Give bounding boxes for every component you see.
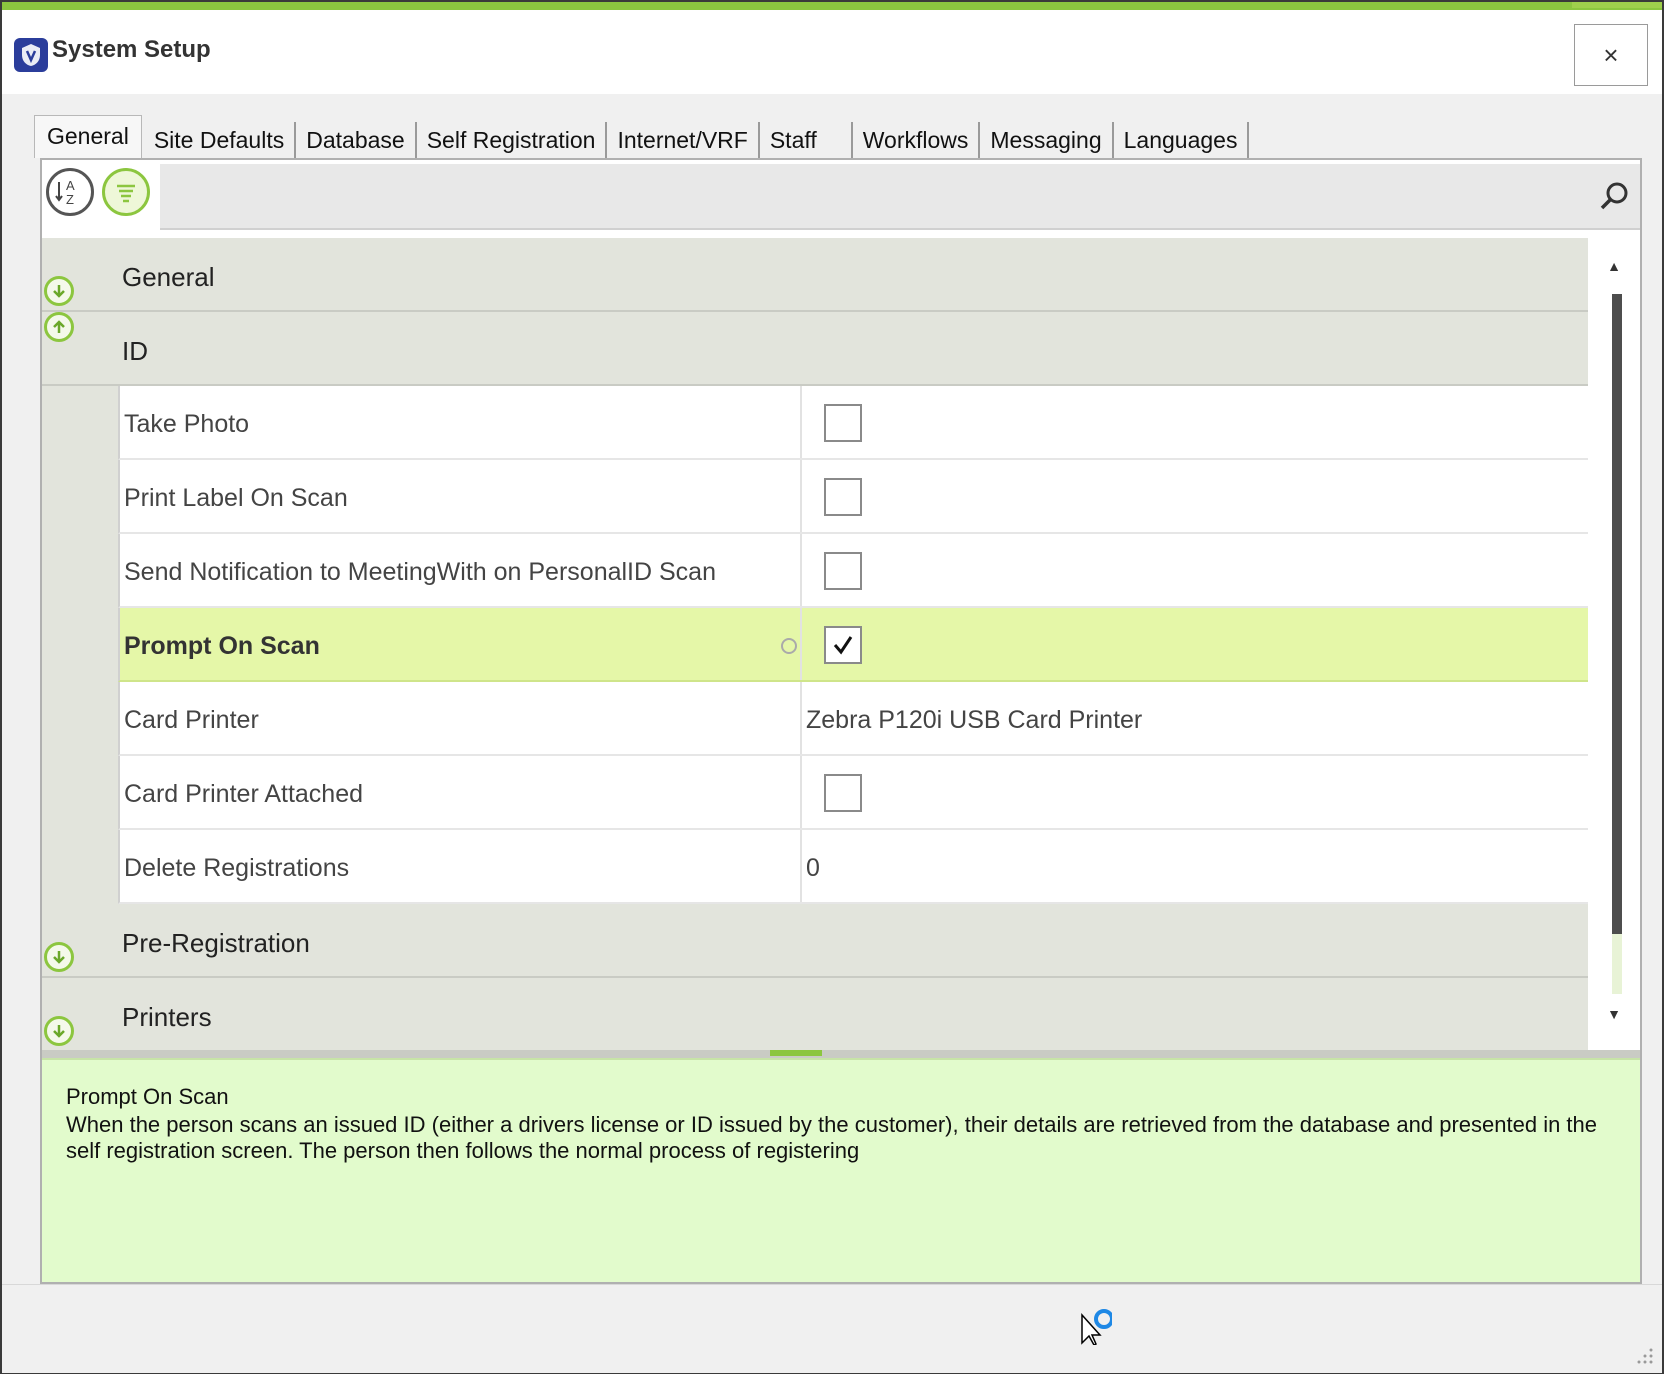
status-bar xyxy=(2,1284,1662,1373)
tab-workflows[interactable]: Workflows xyxy=(852,122,981,158)
window-title: System Setup xyxy=(52,36,211,63)
property-grid-toolbar: A Z xyxy=(42,160,1640,238)
tab-languages[interactable]: Languages xyxy=(1113,122,1250,158)
take-photo-checkbox[interactable] xyxy=(824,404,862,442)
categorized-icon xyxy=(117,184,135,203)
property-name: Take Photo xyxy=(124,410,250,438)
vertical-scrollbar[interactable]: ▲ ▼ xyxy=(1588,238,1640,1050)
print-label-on-scan-checkbox[interactable] xyxy=(824,478,862,516)
description-title: Prompt On Scan xyxy=(66,1084,229,1109)
tab-internet-vrf[interactable]: Internet/VRF xyxy=(607,122,760,158)
category-id[interactable]: ID xyxy=(42,312,1588,386)
category-label: General xyxy=(122,262,215,292)
property-row-take-photo[interactable]: Take Photo xyxy=(118,386,1588,460)
non-default-value-marker-icon xyxy=(781,638,797,654)
scroll-up-arrow-icon[interactable]: ▲ xyxy=(1604,256,1624,276)
window-accent-bar xyxy=(2,2,1662,10)
sort-alphabetical-button[interactable]: A Z xyxy=(46,168,94,216)
expand-down-icon[interactable] xyxy=(44,1016,74,1046)
property-row-send-notification[interactable]: Send Notification to MeetingWith on Pers… xyxy=(118,534,1588,608)
tab-messaging[interactable]: Messaging xyxy=(980,122,1114,158)
collapse-up-icon[interactable] xyxy=(44,312,74,342)
property-name: Delete Registrations xyxy=(124,854,350,882)
category-label: Printers xyxy=(122,1002,212,1032)
property-row-delete-registrations[interactable]: Delete Registrations 0 xyxy=(118,830,1588,904)
checkmark-icon xyxy=(833,636,853,655)
property-row-prompt-on-scan[interactable]: Prompt On Scan xyxy=(118,608,1588,682)
column-divider xyxy=(800,534,802,606)
tab-database[interactable]: Database xyxy=(296,122,417,158)
expand-down-icon[interactable] xyxy=(44,276,74,306)
resize-grip-icon[interactable] xyxy=(1636,1347,1654,1365)
column-divider xyxy=(800,386,802,458)
tab-site-defaults[interactable]: Site Defaults xyxy=(143,122,297,158)
property-row-card-printer-attached[interactable]: Card Printer Attached xyxy=(118,756,1588,830)
search-input[interactable] xyxy=(160,164,1574,228)
property-name: Print Label On Scan xyxy=(124,484,348,512)
tab-staff[interactable]: Staff xyxy=(759,122,853,158)
column-divider xyxy=(800,830,802,902)
description-pane: Prompt On Scan When the person scans an … xyxy=(42,1058,1640,1282)
description-text: When the person scans an issued ID (eith… xyxy=(66,1112,1598,1163)
property-name: Prompt On Scan xyxy=(124,632,320,660)
categorized-view-button[interactable] xyxy=(102,168,150,216)
property-grid-panel: A Z General ID Take Photo Print Label On… xyxy=(40,158,1642,1284)
delete-registrations-value[interactable]: 0 xyxy=(806,854,820,883)
search-box xyxy=(160,164,1640,230)
property-row-print-label-on-scan[interactable]: Print Label On Scan xyxy=(118,460,1588,534)
splitter-grip-handle[interactable] xyxy=(770,1050,822,1056)
system-setup-window: System Setup × General Site Defaults Dat… xyxy=(0,0,1664,1374)
property-grid: General ID Take Photo Print Label On Sca… xyxy=(42,238,1588,1050)
description-splitter[interactable] xyxy=(42,1050,1640,1058)
column-divider xyxy=(800,756,802,828)
card-printer-value[interactable]: Zebra P120i USB Card Printer xyxy=(806,706,1142,735)
svg-text:Z: Z xyxy=(66,192,74,207)
property-row-card-printer[interactable]: Card Printer Zebra P120i USB Card Printe… xyxy=(118,682,1588,756)
send-notification-checkbox[interactable] xyxy=(824,552,862,590)
column-divider xyxy=(800,460,802,532)
close-button[interactable]: × xyxy=(1574,24,1648,86)
scroll-thumb[interactable] xyxy=(1612,294,1622,934)
column-divider xyxy=(800,682,802,754)
property-name: Send Notification to MeetingWith on Pers… xyxy=(124,558,716,586)
scroll-down-arrow-icon[interactable]: ▼ xyxy=(1604,1004,1624,1024)
content-area: General Site Defaults Database Self Regi… xyxy=(4,94,1662,1284)
busy-cursor-icon xyxy=(1081,1309,1112,1345)
category-label: ID xyxy=(122,336,148,366)
category-pre-registration[interactable]: Pre-Registration xyxy=(42,904,1588,978)
card-printer-attached-checkbox[interactable] xyxy=(824,774,862,812)
close-icon: × xyxy=(1603,39,1619,70)
column-divider xyxy=(800,608,802,680)
category-label: Pre-Registration xyxy=(122,928,310,958)
property-name: Card Printer Attached xyxy=(124,780,364,808)
sort-az-icon: A Z xyxy=(55,178,75,207)
category-general[interactable]: General xyxy=(42,238,1588,312)
app-logo-icon xyxy=(14,38,48,72)
expand-down-icon[interactable] xyxy=(44,942,74,972)
prompt-on-scan-checkbox[interactable] xyxy=(824,626,862,664)
title-bar: System Setup × xyxy=(2,10,1662,94)
tab-general[interactable]: General xyxy=(34,115,142,158)
tab-self-registration[interactable]: Self Registration xyxy=(416,122,608,158)
category-printers[interactable]: Printers xyxy=(42,978,1588,1050)
svg-text:A: A xyxy=(66,178,75,193)
tab-strip: General Site Defaults Database Self Regi… xyxy=(34,115,1250,158)
property-name: Card Printer xyxy=(124,706,259,734)
search-icon[interactable] xyxy=(1598,180,1630,212)
